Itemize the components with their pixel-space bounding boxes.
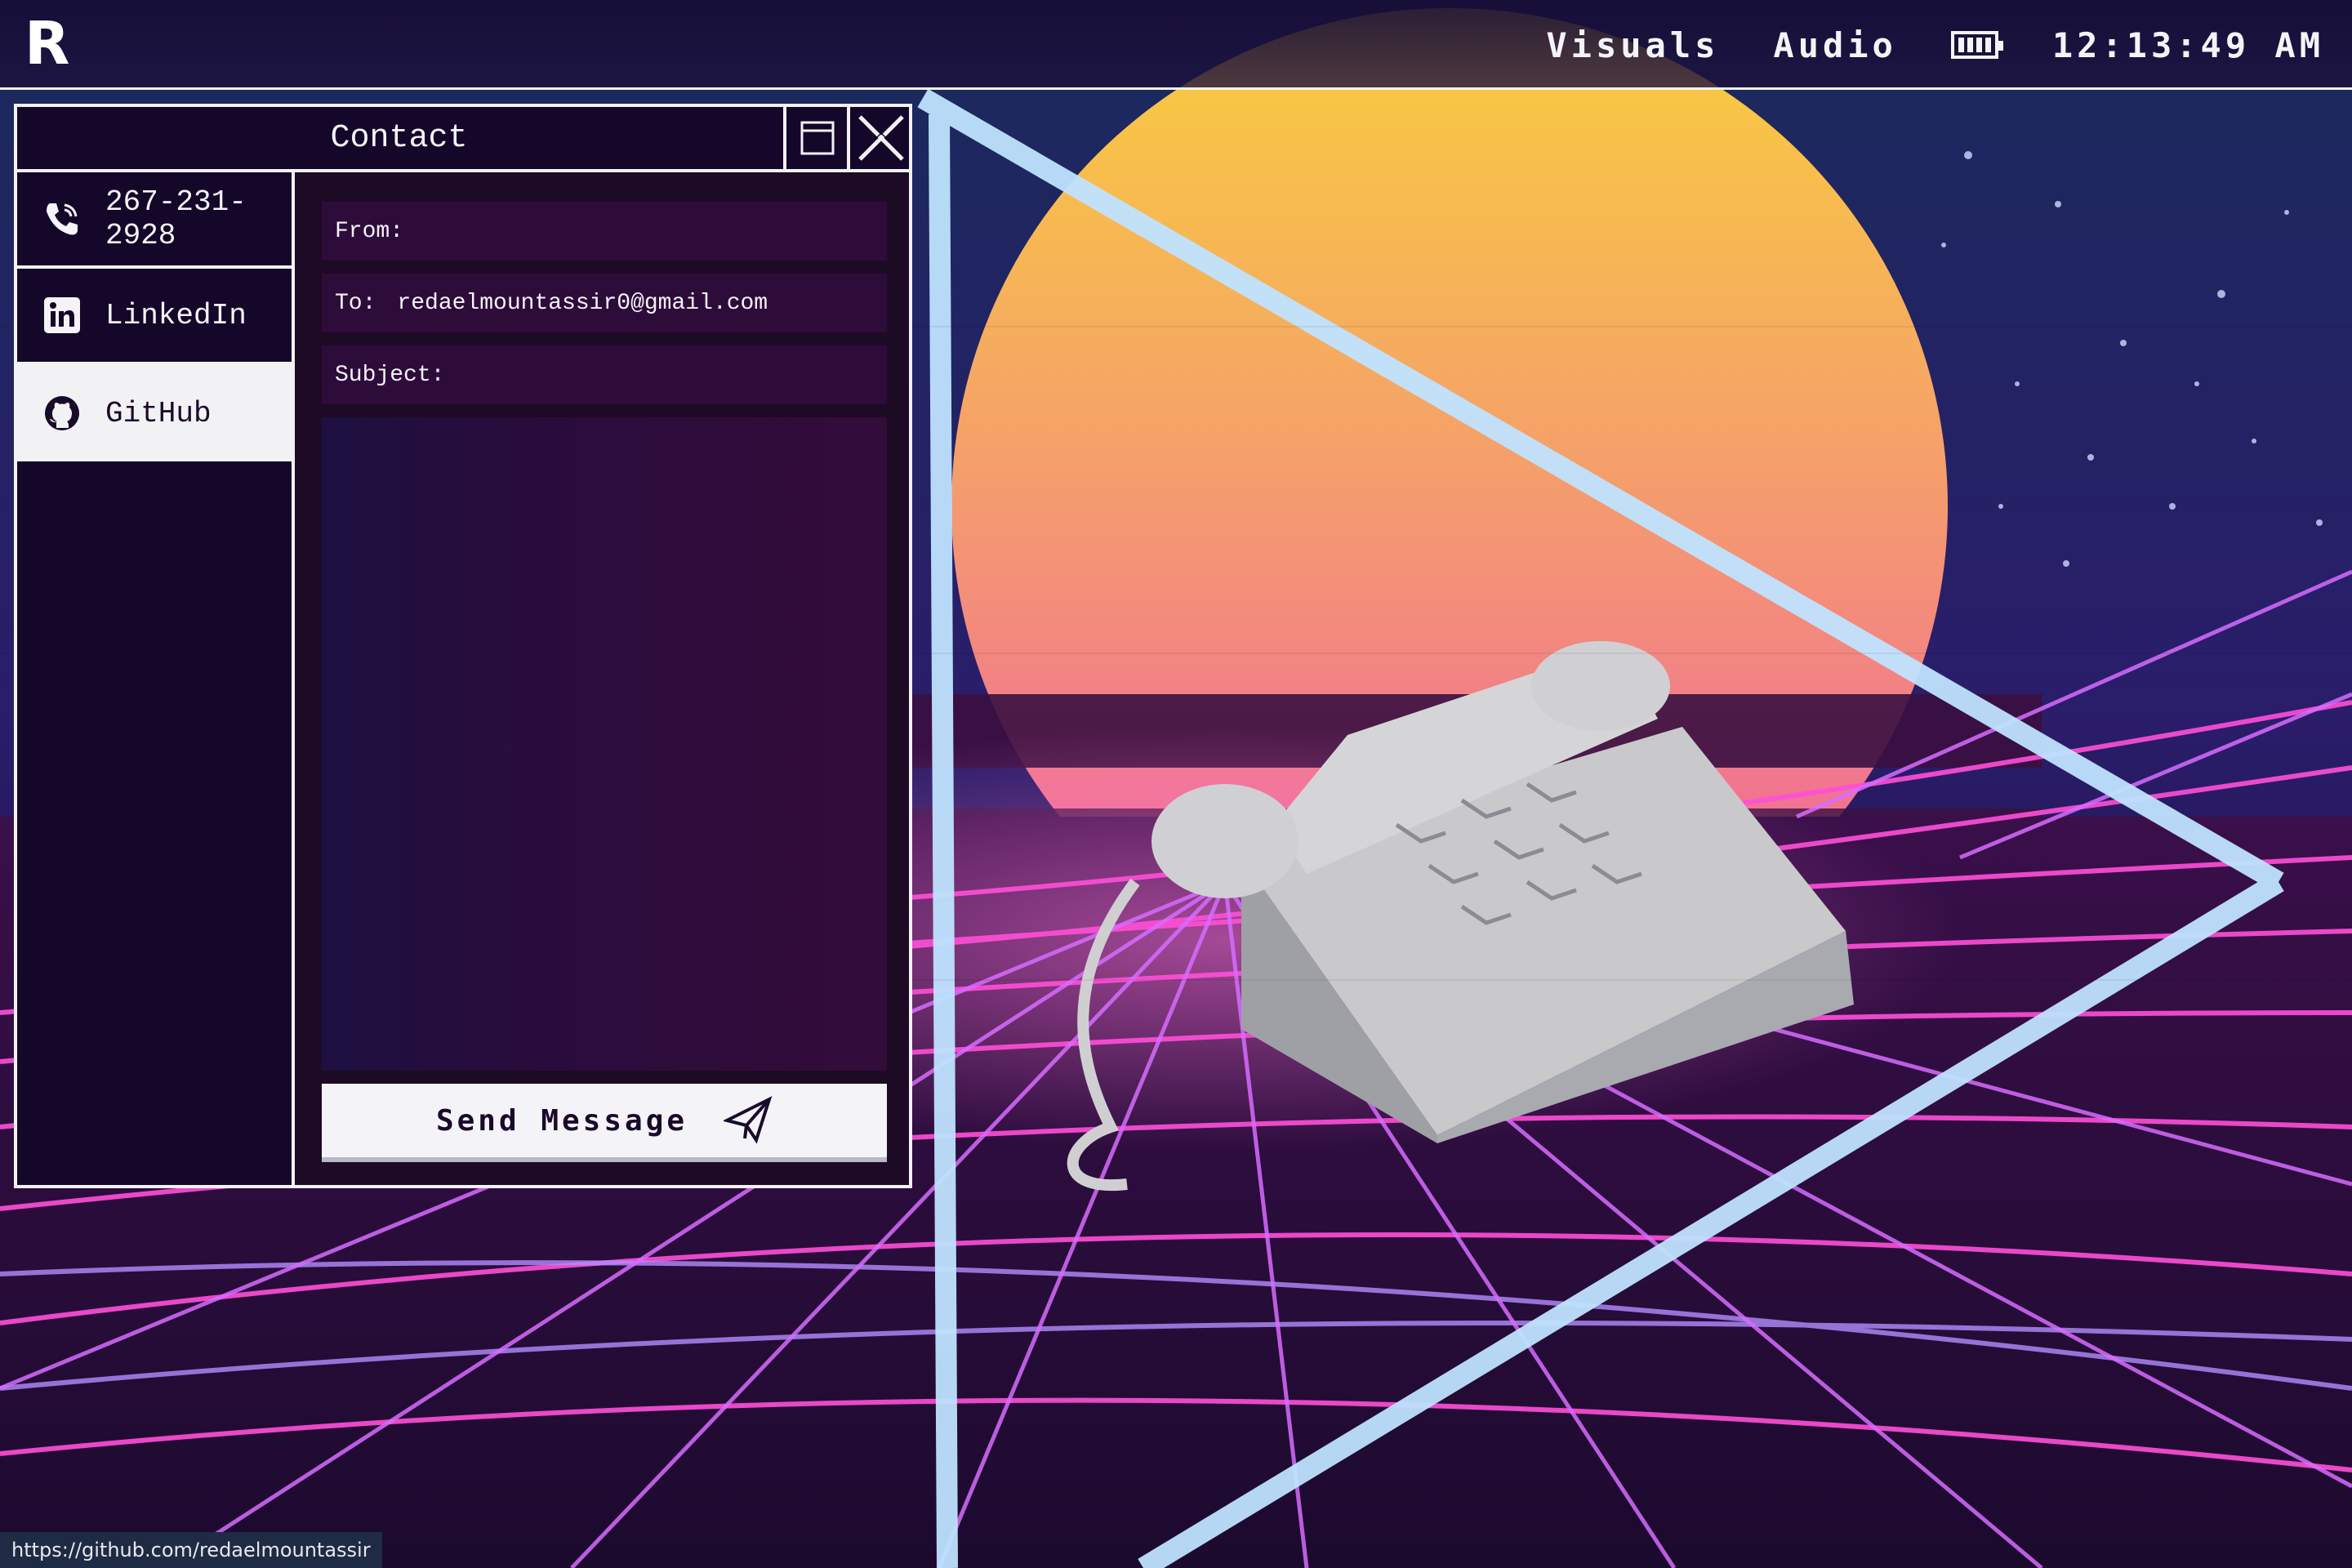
sidebar-item-label: 267-231-2928 [105, 185, 247, 252]
to-label: To: [335, 290, 376, 316]
top-bar: R Visuals Audio 12:13:49 AM [0, 0, 2352, 90]
close-button[interactable] [847, 107, 912, 169]
close-icon [858, 115, 904, 161]
window-titlebar[interactable]: Contact [17, 107, 909, 172]
nav-audio[interactable]: Audio [1773, 25, 1896, 65]
top-nav: Visuals Audio 12:13:49 AM [1546, 0, 2324, 90]
status-url: https://github.com/redaelmountassir [0, 1532, 382, 1568]
clock: 12:13:49 AM [2051, 24, 2324, 65]
sidebar-item-label: GitHub [105, 396, 212, 430]
contact-sidebar: 267-231-2928 LinkedIn GitHub [17, 172, 295, 1185]
maximize-icon [800, 121, 835, 155]
contact-form: From: To: Subject: Send Message [295, 172, 909, 1185]
subject-label: Subject: [335, 362, 445, 388]
from-input[interactable] [425, 218, 887, 244]
message-textarea[interactable] [322, 417, 887, 1071]
sidebar-item-phone[interactable]: 267-231-2928 [17, 172, 292, 269]
subject-field[interactable]: Subject: [322, 345, 887, 404]
to-input[interactable] [397, 290, 887, 316]
contact-window: Contact 267-231-2928 LinkedIn GitHub Fro… [14, 104, 912, 1188]
send-icon [724, 1096, 773, 1144]
from-label: From: [335, 218, 404, 244]
to-field[interactable]: To: [322, 274, 887, 332]
from-field[interactable]: From: [322, 202, 887, 261]
sidebar-item-github[interactable]: GitHub [17, 365, 292, 461]
sidebar-item-linkedin[interactable]: LinkedIn [17, 269, 292, 365]
send-message-button[interactable]: Send Message [322, 1084, 887, 1162]
sidebar-item-label: LinkedIn [105, 298, 247, 332]
phone-icon [43, 200, 81, 238]
linkedin-icon [43, 296, 81, 334]
window-title: Contact [330, 119, 468, 157]
github-icon [43, 394, 81, 432]
logo[interactable]: R [24, 14, 77, 73]
subject-input[interactable] [466, 362, 887, 388]
maximize-button[interactable] [783, 107, 849, 169]
send-button-label: Send Message [435, 1103, 688, 1138]
battery-icon [1950, 31, 2003, 59]
nav-visuals[interactable]: Visuals [1546, 25, 1719, 65]
